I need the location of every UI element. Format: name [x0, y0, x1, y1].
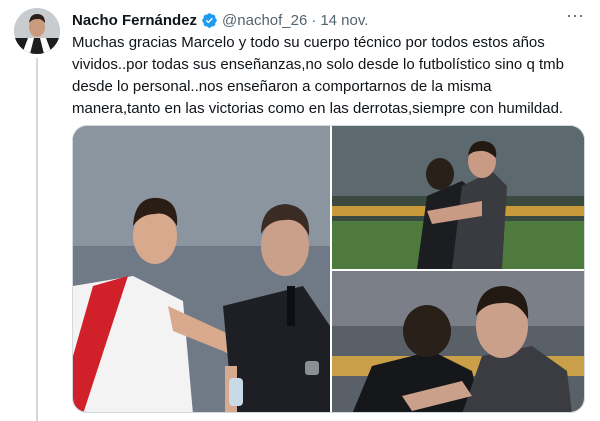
photo-embrace-field[interactable] — [332, 126, 584, 269]
tweet-timestamp[interactable]: 14 nov. — [320, 12, 368, 29]
more-options-icon[interactable]: ··· — [562, 6, 588, 28]
separator-dot: · — [311, 11, 317, 29]
tweet-header: Nacho Fernández @nachof_26 · 14 nov. — [72, 10, 368, 30]
verified-badge-icon — [201, 12, 218, 29]
author-name[interactable]: Nacho Fernández — [72, 12, 197, 29]
tweet-media-grid — [72, 125, 585, 413]
photo-player-and-coach[interactable] — [73, 126, 330, 412]
avatar[interactable] — [14, 8, 60, 54]
tweet[interactable]: Nacho Fernández @nachof_26 · 14 nov. ···… — [0, 0, 600, 421]
photo-embrace-closeup[interactable] — [332, 271, 584, 412]
author-handle[interactable]: @nachof_26 — [222, 12, 307, 29]
thread-line — [36, 58, 38, 421]
tweet-text: Muchas gracias Marcelo y todo su cuerpo … — [72, 34, 564, 117]
